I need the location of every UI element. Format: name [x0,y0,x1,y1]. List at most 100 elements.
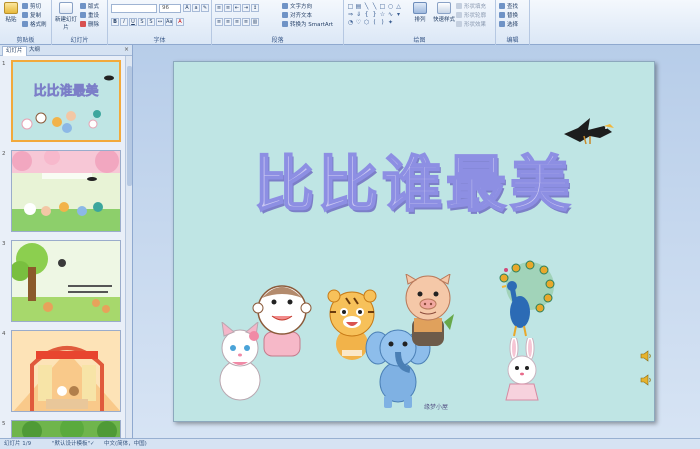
slide-title[interactable]: 比比谁最美 [174,136,654,223]
justify-button[interactable]: ≡ [242,18,250,26]
bird-image[interactable] [560,114,616,148]
thumb-illustration [21,75,114,133]
shape-fill-button[interactable]: 形状填充 [456,2,486,10]
editing-group: 查找 替换 选择 编辑 [496,0,530,45]
change-case-button[interactable]: Aa [165,18,173,26]
language-indicator[interactable]: 中文(简体，中国) [104,439,147,449]
shape-brace-icon[interactable]: } [371,11,378,18]
theme-name: "默认设计模板" [52,441,91,447]
slides-label: 幻灯片 [70,37,89,44]
pen-icon [456,12,462,18]
tab-slides[interactable]: 幻灯片 [2,46,27,56]
signature-text: 缘梦小屋 [424,404,449,411]
shape-more-icon[interactable]: ▾ [395,11,402,18]
peacock-image[interactable] [490,260,556,340]
pig-image[interactable] [400,274,456,352]
align-text-button[interactable]: 对齐文本 [282,11,312,19]
columns-button[interactable]: ▥ [251,18,259,26]
reset-button[interactable]: 重设 [80,11,99,19]
new-slide-icon [59,2,73,14]
new-slide-button[interactable]: 新建幻灯片 [55,2,77,31]
shape-hexagon-icon[interactable]: ⬡ [363,19,370,26]
slide-thumbnail-3[interactable] [11,240,121,322]
shape-heart-icon[interactable]: ♡ [355,19,362,26]
layout-button[interactable]: 版式 [80,2,99,10]
arrange-icon [413,2,427,14]
font-name-combo[interactable] [111,4,157,13]
text-direction-button[interactable]: 文字方向 [282,2,312,10]
bold-button[interactable]: B [111,18,119,26]
thumb-illustration [22,421,117,437]
select-button[interactable]: 选择 [499,20,518,28]
find-button[interactable]: 查找 [499,2,518,10]
thumb-number: 5 [2,421,6,427]
effects-icon [456,21,462,27]
line-spacing-button[interactable]: ↕ [251,4,259,12]
rabbit-image[interactable] [500,338,544,404]
shape-text-box-icon[interactable]: ▤ [355,3,362,10]
quick-styles-button[interactable]: 快速样式 [432,2,456,23]
shape-arrow-icon[interactable]: ⇒ [347,11,354,18]
paint-bucket-icon [456,3,462,9]
thumb-illustration [13,346,120,411]
align-right-button[interactable]: ≡ [233,18,241,26]
pane-scrollbar[interactable] [125,56,132,438]
shape-line-icon[interactable]: ╲ [371,3,378,10]
smartart-button[interactable]: 转换为 SmartArt [282,20,333,28]
pane-tabs: 幻灯片 大纲 × [0,45,132,56]
slide-thumbnail-5[interactable] [11,420,121,438]
copy-button[interactable]: 复制 [22,11,41,19]
shape-bracket-icon[interactable]: ) [379,19,386,26]
shape-rectangle-icon[interactable]: □ [379,3,386,10]
shrink-font-button[interactable]: a [192,4,200,12]
speaker-icon[interactable] [640,350,652,362]
cut-button[interactable]: 剪切 [22,2,41,10]
grow-font-button[interactable]: A [183,4,191,12]
monkey-image[interactable] [252,280,314,360]
slide-thumbnail-1[interactable]: 比比谁最美 [11,60,121,142]
align-center-button[interactable]: ≡ [224,18,232,26]
slide-thumbnail-4[interactable] [11,330,121,412]
shape-star-icon[interactable]: ☆ [379,11,386,18]
close-icon[interactable]: × [124,46,129,53]
numbering-button[interactable]: ≡ [224,4,232,12]
speaker-icon[interactable] [640,374,652,386]
shape-outline-button[interactable]: 形状轮廓 [456,11,486,19]
brush-icon [22,21,28,27]
shape-oval-icon[interactable]: ○ [387,3,394,10]
tab-outline[interactable]: 大纲 [26,46,43,56]
shape-triangle-icon[interactable]: △ [395,3,402,10]
arrange-button[interactable]: 排列 [410,2,430,23]
increase-indent-button[interactable]: ⇥ [242,4,250,12]
delete-slide-button[interactable]: 删除 [80,20,99,28]
clear-format-button[interactable]: ✎ [201,4,209,12]
paste-button[interactable]: 粘贴 [2,2,20,23]
shape-bracket-icon[interactable]: ( [371,19,378,26]
spell-check-icon[interactable]: ✓ [90,439,95,449]
italic-button[interactable]: I [120,18,128,26]
shape-star-icon[interactable]: ✦ [387,19,394,26]
underline-button[interactable]: U [129,18,137,26]
strikethrough-button[interactable]: S [138,18,146,26]
decrease-indent-button[interactable]: ⇤ [233,4,241,12]
align-left-button[interactable]: ≡ [215,18,223,26]
text-direction-icon [282,3,288,9]
replace-button[interactable]: 替换 [499,11,518,19]
slide-thumbnail-2[interactable] [11,150,121,232]
shape-line-icon[interactable]: ╲ [363,3,370,10]
slide-canvas[interactable]: 比比谁最美 缘梦小屋 [173,61,655,422]
cursor-icon [499,21,505,27]
shape-rectangle-icon[interactable]: □ [347,3,354,10]
shadow-button[interactable]: S [147,18,155,26]
scroll-thumb[interactable] [127,66,132,186]
shape-effects-button[interactable]: 形状效果 [456,20,486,28]
shape-curve-icon[interactable]: ∿ [387,11,394,18]
font-size-combo[interactable]: 96 [159,4,181,13]
bullets-button[interactable]: ≡ [215,4,223,12]
shape-brace-icon[interactable]: { [363,11,370,18]
shape-arrow-icon[interactable]: ⇓ [355,11,362,18]
shape-callout-icon[interactable]: ◔ [347,19,354,26]
spacing-button[interactable]: ↔ [156,18,164,26]
format-painter-button[interactable]: 格式刷 [22,20,47,28]
font-color-button[interactable]: A [176,18,184,26]
